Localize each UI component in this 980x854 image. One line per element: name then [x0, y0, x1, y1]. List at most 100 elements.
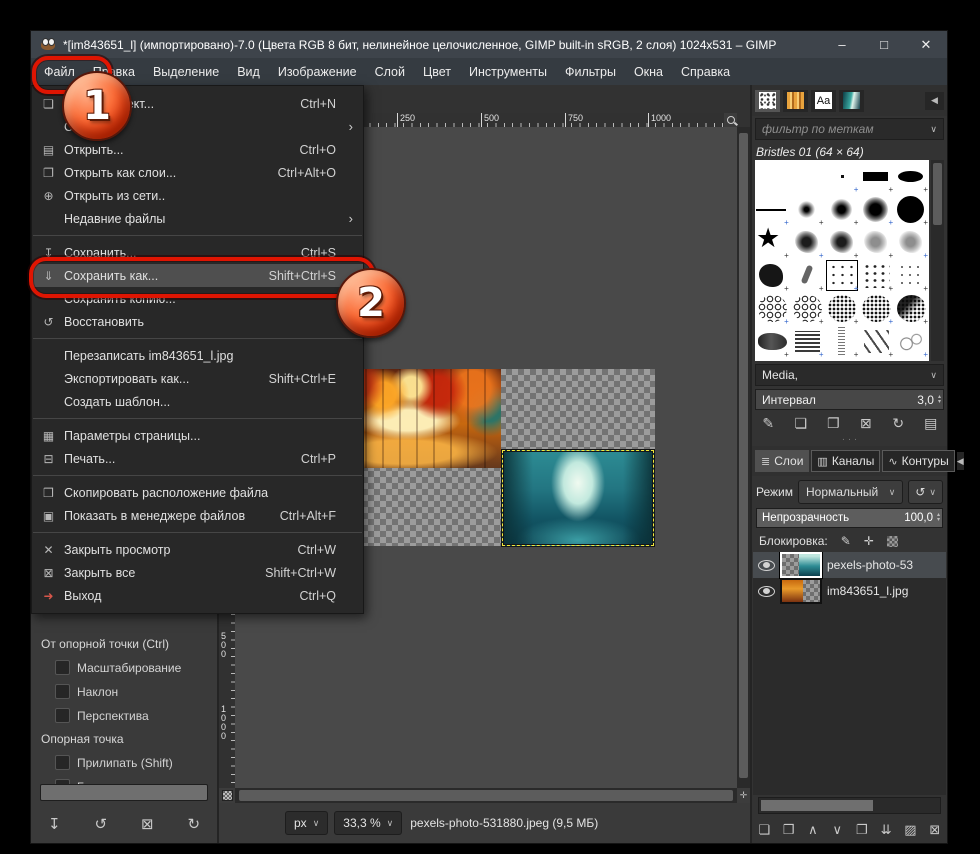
- new-layer-button[interactable]: ❏: [753, 822, 775, 838]
- lock-alpha-button[interactable]: [887, 536, 898, 547]
- file-menu-item[interactable]: [33, 235, 362, 236]
- layer-image-photo-selected[interactable]: [502, 450, 654, 546]
- menu-show-in-file-manager[interactable]: ▣ Показать в менеджере файлов Ctrl+Alt+F: [32, 504, 363, 527]
- brush-cell[interactable]: [755, 325, 790, 358]
- media-select[interactable]: Media, ∨: [755, 364, 944, 386]
- layer-thumbnail[interactable]: [782, 554, 820, 576]
- brush-cell[interactable]: [755, 292, 790, 325]
- menu-create[interactable]: Создать ›: [32, 115, 363, 138]
- brush-cell[interactable]: [825, 160, 860, 193]
- layer-row-im843651[interactable]: im843651_l.jpg: [753, 578, 946, 604]
- vertical-scrollbar-thumb[interactable]: [739, 133, 748, 778]
- open-brush-button[interactable]: ▤: [920, 415, 942, 432]
- menu-close-view[interactable]: ✕ Закрыть просмотр Ctrl+W: [32, 538, 363, 561]
- brush-cell[interactable]: [790, 160, 825, 193]
- minimize-button[interactable]: –: [821, 31, 863, 58]
- checkbox[interactable]: [55, 755, 70, 770]
- tool-option-checkbox-row[interactable]: Наклон: [55, 684, 209, 699]
- scrollbar-thumb[interactable]: [933, 163, 942, 225]
- brush-cell[interactable]: [755, 259, 790, 292]
- new-brush-button[interactable]: ❏: [790, 415, 812, 432]
- brush-cell[interactable]: [894, 325, 929, 358]
- menubar-item[interactable]: Слой: [366, 61, 414, 83]
- menu-revert[interactable]: ↺ Восстановить: [32, 310, 363, 333]
- spinner-arrows-icon[interactable]: ▴▾: [937, 513, 940, 523]
- menubar-item[interactable]: Фильтры: [556, 61, 625, 83]
- brush-cell[interactable]: [825, 193, 860, 226]
- brush-cell[interactable]: [894, 226, 929, 259]
- merge-layer-button[interactable]: ⇊: [875, 822, 897, 838]
- checkbox[interactable]: [55, 660, 70, 675]
- zoom-follow-window-button[interactable]: [724, 113, 737, 127]
- opacity-slider[interactable]: Непрозрачность 100,0 ▴▾: [756, 508, 943, 528]
- tool-option-checkbox-row[interactable]: Масштабирование: [55, 660, 209, 675]
- brush-grid-scrollbar[interactable]: [931, 160, 944, 361]
- edit-brush-button[interactable]: ✎: [757, 415, 779, 432]
- menubar-item[interactable]: Окна: [625, 61, 672, 83]
- delete-brush-button[interactable]: ⊠: [855, 415, 877, 432]
- zoom-select[interactable]: 33,3 % ∨: [334, 811, 402, 835]
- brush-cell[interactable]: [859, 226, 894, 259]
- duplicate-brush-button[interactable]: ❐: [822, 415, 844, 432]
- vertical-scrollbar[interactable]: [737, 127, 750, 788]
- brush-cell[interactable]: [790, 193, 825, 226]
- menu-new-project[interactable]: ❏ Новый проект... Ctrl+N: [32, 92, 363, 115]
- brush-cell[interactable]: [859, 292, 894, 325]
- restore-tool-preset-button[interactable]: ↺: [90, 815, 112, 833]
- tool-option-checkbox-row[interactable]: Перспектива: [55, 708, 209, 723]
- menubar-item[interactable]: Цвет: [414, 61, 460, 83]
- brush-cell-selected[interactable]: [825, 259, 860, 292]
- raise-layer-button[interactable]: ∧: [802, 822, 824, 838]
- quick-mask-toggle[interactable]: [219, 788, 235, 803]
- menubar-item[interactable]: Правка: [84, 61, 144, 83]
- layer-thumbnail[interactable]: [782, 580, 820, 602]
- menubar-item[interactable]: Файл: [35, 61, 84, 83]
- menu-open-as-layers[interactable]: ❐ Открыть как слои... Ctrl+Alt+O: [32, 161, 363, 184]
- menu-open[interactable]: ▤ Открыть... Ctrl+O: [32, 138, 363, 161]
- menubar-item[interactable]: Изображение: [269, 61, 366, 83]
- brush-cell[interactable]: [790, 325, 825, 358]
- spinner-arrows-icon[interactable]: ▴▾: [938, 395, 941, 405]
- brush-cell[interactable]: [790, 259, 825, 292]
- menu-export-as[interactable]: Экспортировать как... Shift+Ctrl+E: [32, 367, 363, 390]
- menu-print[interactable]: ⊟ Печать... Ctrl+P: [32, 447, 363, 470]
- menubar-item[interactable]: Выделение: [144, 61, 228, 83]
- menu-close-all[interactable]: ⊠ Закрыть все Shift+Ctrl+W: [32, 561, 363, 584]
- duplicate-layer-button[interactable]: ❐: [851, 822, 873, 838]
- checkbox[interactable]: [55, 684, 70, 699]
- dock-resize-handle[interactable]: · · ·: [752, 437, 947, 446]
- tab-paths[interactable]: ∿ Контуры: [882, 450, 954, 472]
- file-menu-item[interactable]: [33, 418, 362, 419]
- menu-open-location[interactable]: ⊕ Открыть из сети..: [32, 184, 363, 207]
- lock-position-button[interactable]: ✛: [864, 534, 874, 548]
- menu-overwrite[interactable]: Перезаписать im843651_l.jpg: [32, 344, 363, 367]
- file-menu-item[interactable]: [33, 475, 362, 476]
- layer-row-pexels[interactable]: pexels-photo-53: [753, 552, 946, 578]
- menu-quit[interactable]: ➜ Выход Ctrl+Q: [32, 584, 363, 607]
- tab-brushes[interactable]: [755, 90, 780, 112]
- mode-switch-button[interactable]: ↺ ∨: [908, 480, 943, 504]
- refresh-brushes-button[interactable]: ↻: [887, 415, 909, 432]
- brush-filter-input[interactable]: фильтр по меткам ∨: [755, 118, 944, 140]
- maximize-button[interactable]: □: [863, 31, 905, 58]
- reset-tool-options-button[interactable]: ↻: [183, 815, 205, 833]
- menu-copy-location[interactable]: ❒ Скопировать расположение файла: [32, 481, 363, 504]
- brush-cell[interactable]: [755, 160, 790, 193]
- brush-grid[interactable]: [755, 160, 929, 361]
- titlebar[interactable]: *[im843651_l] (импортировано)-7.0 (Цвета…: [31, 31, 947, 58]
- tab-channels[interactable]: ▥ Каналы: [811, 450, 880, 472]
- delete-tool-preset-button[interactable]: ⊠: [136, 815, 158, 833]
- brush-cell[interactable]: [859, 193, 894, 226]
- brush-cell[interactable]: [894, 193, 929, 226]
- brush-cell[interactable]: [894, 259, 929, 292]
- file-menu-item[interactable]: [33, 338, 362, 339]
- horizontal-scrollbar-thumb[interactable]: [239, 790, 733, 801]
- tab-layers[interactable]: ≣ Слои: [755, 450, 809, 472]
- file-menu-item[interactable]: [33, 532, 362, 533]
- unit-select[interactable]: px ∨: [285, 811, 328, 835]
- brush-spacing-slider[interactable]: Интервал 3,0 ▴▾: [755, 389, 944, 410]
- brush-cell[interactable]: [755, 193, 790, 226]
- visibility-eye-icon[interactable]: [758, 586, 775, 597]
- menu-recent-files[interactable]: Недавние файлы ›: [32, 207, 363, 230]
- menu-page-setup[interactable]: ▦ Параметры страницы...: [32, 424, 363, 447]
